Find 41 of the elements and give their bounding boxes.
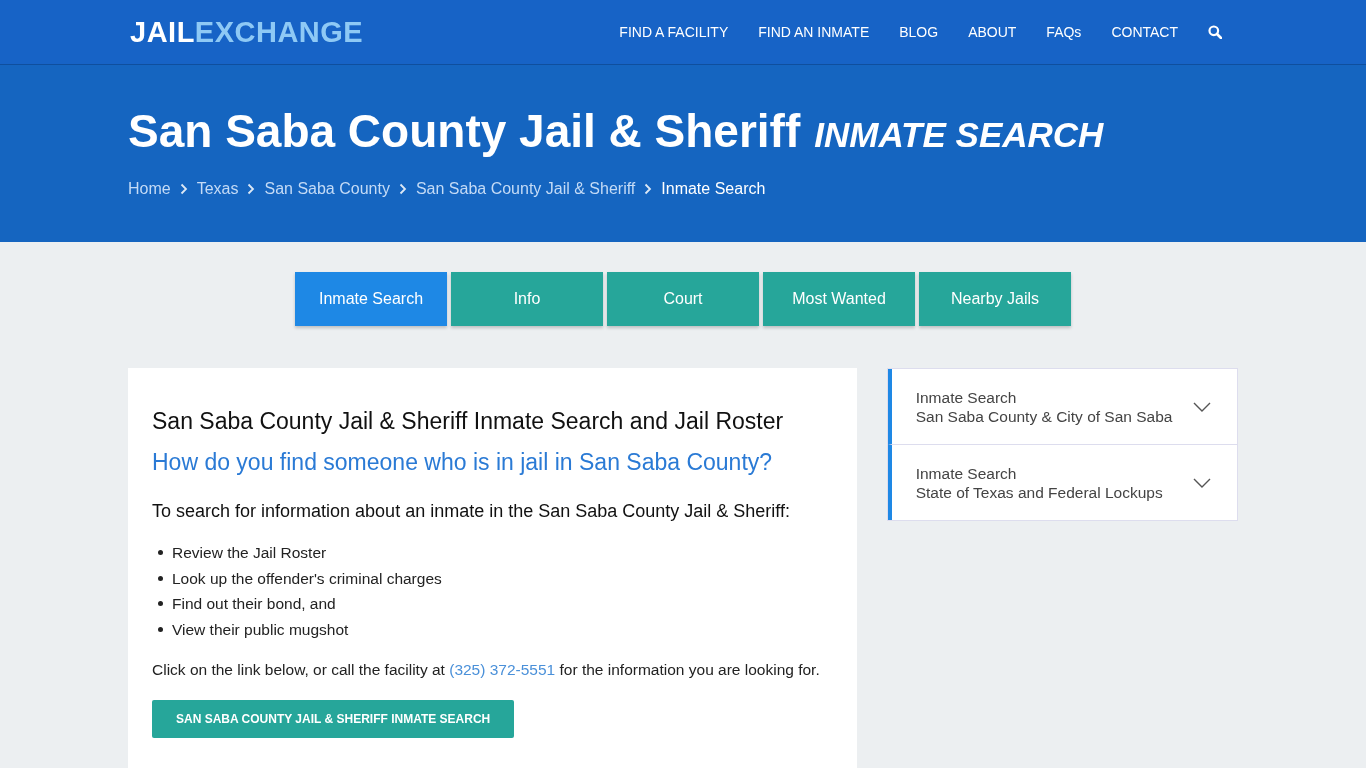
intro-heading: To search for information about an inmate in the San Saba County Jail & Sheriff: xyxy=(152,500,792,522)
breadcrumb-link[interactable]: Texas xyxy=(196,180,239,198)
bullet-item: Review the Jail Roster xyxy=(158,540,327,566)
search-icon[interactable] xyxy=(1208,25,1222,39)
bullet-item: Look up the offender's criminal charges xyxy=(158,565,442,591)
tab[interactable]: Court xyxy=(607,272,759,326)
breadcrumb-link[interactable]: Inmate Search xyxy=(661,180,766,198)
chevron-icon xyxy=(179,183,188,195)
page-title-suffix: INMATE SEARCH xyxy=(814,115,1104,155)
bullet-item: View their public mugshot xyxy=(158,616,349,642)
accordion-subtitle: San Saba County & City of San Saba xyxy=(915,406,1173,426)
tab[interactable]: Info xyxy=(451,272,603,326)
breadcrumb-link[interactable]: San Saba County xyxy=(264,180,390,198)
nav-link[interactable]: CONTACT xyxy=(1111,24,1178,40)
chevron-icon xyxy=(398,183,407,195)
breadcrumb-link[interactable]: San Saba County Jail & Sheriff xyxy=(415,180,636,198)
tab[interactable]: Most Wanted xyxy=(763,272,915,326)
accordion-item[interactable]: Inmate Search San Saba County & City of San Saba xyxy=(887,369,1237,444)
logo-text[interactable]: EXCHANGE xyxy=(194,15,364,48)
inmate-search-button[interactable]: SAN SABA COUNTY JAIL & SHERIFF INMATE SEARCH xyxy=(152,700,515,738)
nav-link[interactable]: FIND A FACILITY xyxy=(619,24,729,40)
bullet-item: Find out their bond, and xyxy=(158,591,336,617)
logo-text[interactable]: JAIL xyxy=(130,15,195,48)
chevron-icon xyxy=(247,183,256,195)
accordion-subtitle: State of Texas and Federal Lockups xyxy=(915,482,1163,502)
tab[interactable]: Nearby Jails xyxy=(919,272,1071,326)
breadcrumb-link[interactable]: Home xyxy=(128,180,171,198)
accordion-title: Inmate Search xyxy=(915,463,1018,483)
page-title: San Saba County Jail & Sheriff xyxy=(128,104,801,158)
accordion-title: Inmate Search xyxy=(915,387,1018,407)
article-subtitle: How do you find someone who is in jail in San Saba County? xyxy=(152,449,774,476)
paragraph: Click on the link below, or call the facility at (325) 372-5551 for the information you are looking for. xyxy=(152,660,821,680)
article-title: San Saba County Jail & Sheriff Inmate Search and Jail Roster xyxy=(152,408,785,435)
accordion-item[interactable]: Inmate Search State of Texas and Federal Lockups xyxy=(887,444,1237,520)
phone-link[interactable]: (325) 372-5551 xyxy=(449,661,556,678)
nav-link[interactable]: FIND AN INMATE xyxy=(758,24,870,40)
tab[interactable]: Inmate Search xyxy=(295,272,447,326)
chevron-icon xyxy=(644,183,653,195)
nav-link[interactable]: BLOG xyxy=(899,24,939,40)
nav-link[interactable]: ABOUT xyxy=(968,24,1017,40)
nav-link[interactable]: FAQs xyxy=(1046,24,1082,40)
